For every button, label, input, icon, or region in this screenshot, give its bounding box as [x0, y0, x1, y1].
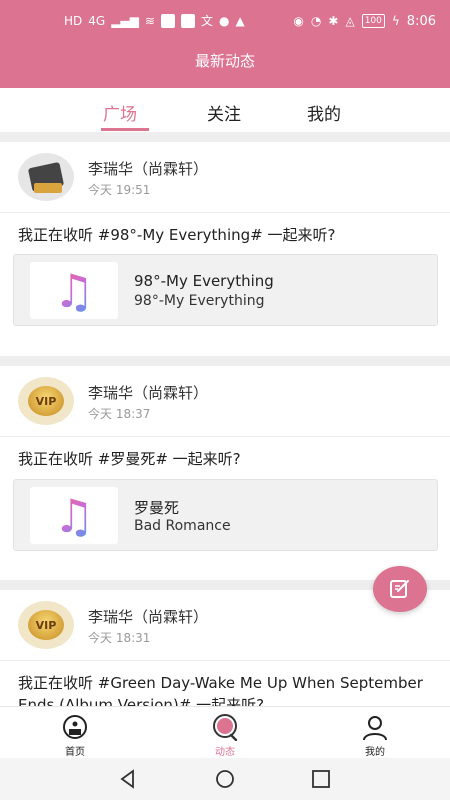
- avatar[interactable]: VIP: [18, 601, 74, 649]
- tab-following[interactable]: 关注: [207, 100, 241, 125]
- post-text: 我正在收听 #罗曼死# 一起来听?: [18, 450, 241, 468]
- signal-icon: ▂▄▆: [111, 14, 139, 28]
- avatar[interactable]: [18, 153, 74, 201]
- compose-button[interactable]: [373, 566, 427, 612]
- app-notification-icon-2: [180, 14, 195, 28]
- post-text: 我正在收听 #Green Day-Wake Me Up When Septemb…: [18, 674, 423, 706]
- music-title: 98°-My Everything: [134, 272, 274, 290]
- post-username[interactable]: 李瑞华（尚霖轩）: [88, 606, 208, 627]
- alarm-icon: ◔: [310, 14, 322, 28]
- wifi-icon: ≋: [144, 14, 155, 28]
- post-text: 我正在收听 #98°-My Everything# 一起来听?: [18, 226, 336, 244]
- post-time: 今天 18:31: [88, 631, 151, 645]
- post-username[interactable]: 李瑞华（尚霖轩）: [88, 158, 208, 179]
- nav-home[interactable]: 首页: [45, 713, 105, 758]
- music-thumb: ♫: [30, 487, 118, 544]
- post-time: 今天 18:37: [88, 407, 151, 421]
- post-username[interactable]: 李瑞华（尚霖轩）: [88, 382, 208, 403]
- mute-icon: ◬: [345, 14, 355, 28]
- post-header[interactable]: 李瑞华（尚霖轩） 今天 19:51: [0, 142, 450, 212]
- tab-mine[interactable]: 我的: [307, 100, 341, 125]
- moments-icon: [213, 714, 238, 741]
- music-thumb: ♫: [30, 262, 118, 319]
- tab-square[interactable]: 广场: [103, 100, 137, 125]
- avatar[interactable]: VIP: [18, 377, 74, 425]
- vip-badge-icon: VIP: [28, 610, 64, 640]
- edit-icon: [390, 580, 409, 598]
- system-nav-bar: [0, 758, 450, 800]
- nav-moments[interactable]: 动态: [195, 713, 255, 758]
- divider: [0, 660, 450, 661]
- bluetooth-icon: ✱: [328, 14, 339, 28]
- hd-indicator: HD: [64, 14, 83, 28]
- back-icon[interactable]: [118, 769, 138, 789]
- nav-profile-label: 我的: [365, 747, 385, 758]
- network-indicator: 4G: [88, 14, 106, 28]
- music-note-icon: ♫: [53, 263, 95, 318]
- nav-profile[interactable]: 我的: [345, 713, 405, 758]
- eye-icon: ◉: [293, 14, 304, 28]
- recents-icon[interactable]: [311, 769, 331, 789]
- profile-icon: [363, 716, 387, 741]
- app-header: HD 4G ▂▄▆ ≋ 文 ● ▲ ◉ ◔ ✱ ◬ 100 ϟ 8:06 最新动…: [0, 0, 450, 88]
- nav-moments-label: 动态: [215, 747, 235, 758]
- bottom-nav: 首页 动态 我的: [0, 706, 450, 758]
- music-artist: 98°-My Everything: [134, 293, 265, 309]
- divider: [0, 356, 450, 366]
- translate-icon: 文: [200, 14, 213, 28]
- baidu-icon: ●: [218, 14, 230, 28]
- nav-home-label: 首页: [65, 747, 85, 758]
- music-title: 罗曼死: [134, 499, 180, 517]
- tab-bar: 广场 关注 我的: [0, 88, 450, 132]
- music-card[interactable]: ♫ 罗曼死 Bad Romance: [13, 479, 438, 551]
- post-time: 今天 19:51: [88, 183, 151, 197]
- battery-icon: 100: [361, 14, 385, 28]
- music-card[interactable]: ♫ 98°-My Everything 98°-My Everything: [13, 254, 438, 326]
- post-header[interactable]: VIP 李瑞华（尚霖轩） 今天 18:37: [0, 366, 450, 436]
- home-icon[interactable]: [215, 769, 235, 789]
- music-note-icon: ♫: [53, 488, 95, 543]
- charging-icon: ϟ: [391, 14, 400, 28]
- app-notification-icon: [160, 14, 175, 28]
- qq-icon: ▲: [235, 14, 245, 28]
- vip-badge-icon: VIP: [28, 386, 64, 416]
- page-title: 最新动态: [194, 52, 255, 70]
- divider: [0, 436, 450, 437]
- divider: [0, 212, 450, 213]
- music-artist: Bad Romance: [134, 518, 231, 534]
- active-tab-indicator: [101, 128, 149, 131]
- divider: [0, 132, 450, 142]
- radio-base: [34, 183, 62, 193]
- home-disc-icon: [63, 715, 87, 739]
- clock: 8:06: [406, 13, 436, 29]
- status-bar: HD 4G ▂▄▆ ≋ 文 ● ▲ ◉ ◔ ✱ ◬ 100 ϟ 8:06: [0, 0, 450, 42]
